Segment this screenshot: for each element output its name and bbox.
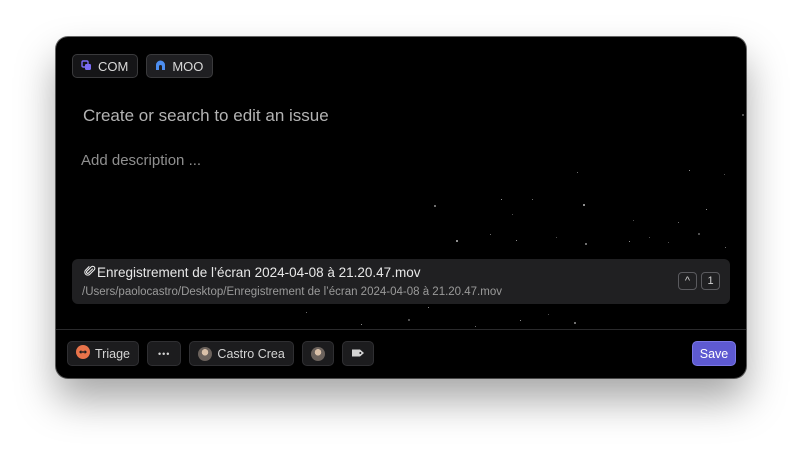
star	[428, 307, 430, 309]
star	[725, 247, 727, 249]
team-chip-label: COM	[98, 58, 129, 74]
attachment-filename: Enregistrement de l’écran 2024-04-08 à 2…	[97, 265, 421, 280]
star	[475, 326, 477, 328]
create-issue-window: COM MOO Create or search to edit an issu…	[56, 37, 746, 378]
star	[361, 324, 363, 326]
star	[649, 237, 651, 239]
issue-description-input[interactable]: Add description ...	[81, 152, 201, 169]
star	[633, 220, 635, 222]
project-icon	[155, 59, 166, 74]
save-button[interactable]: Save	[692, 341, 736, 366]
star	[306, 312, 308, 314]
star	[577, 172, 579, 174]
attachment-card[interactable]: Enregistrement de l’écran 2024-04-08 à 2…	[72, 259, 730, 304]
more-icon: •••	[157, 348, 171, 359]
star	[501, 199, 503, 201]
previous-attachment-button[interactable]: ^	[678, 272, 697, 290]
footer-divider	[56, 329, 746, 330]
star	[548, 314, 550, 316]
star	[629, 241, 631, 243]
triage-icon	[76, 345, 90, 362]
attachment-name-row: Enregistrement de l’écran 2024-04-08 à 2…	[84, 265, 420, 280]
star	[490, 234, 492, 236]
paperclip-icon	[84, 265, 96, 280]
star	[742, 114, 744, 116]
star	[585, 243, 587, 245]
attachment-path: /Users/paolocastro/Desktop/Enregistremen…	[82, 286, 502, 298]
status-label: Triage	[95, 346, 130, 361]
context-chips: COM MOO	[72, 54, 214, 78]
star	[583, 204, 585, 206]
team-icon	[81, 59, 92, 74]
assignee-button[interactable]: Castro Crea	[189, 341, 294, 366]
labels-button[interactable]	[341, 341, 374, 366]
star	[532, 199, 534, 201]
project-chip[interactable]: MOO	[146, 54, 214, 78]
issue-properties-bar: Triage ••• Castro Crea	[67, 341, 374, 366]
project-chip-label: MOO	[172, 58, 204, 74]
star	[678, 222, 680, 224]
star	[516, 240, 518, 242]
assignee-label: Castro Crea	[217, 346, 285, 361]
star	[724, 174, 726, 176]
star	[512, 214, 514, 216]
status-button[interactable]: Triage	[67, 341, 139, 366]
star	[706, 209, 708, 211]
star	[520, 320, 522, 322]
star	[574, 322, 576, 324]
label-tag-icon	[351, 347, 365, 361]
star	[456, 240, 458, 242]
star	[408, 319, 410, 321]
star	[698, 233, 700, 235]
issue-title-input[interactable]: Create or search to edit an issue	[83, 106, 329, 126]
star	[689, 170, 691, 172]
star	[434, 205, 436, 207]
attachment-count-badge: 1	[701, 272, 720, 290]
creator-avatar	[310, 346, 325, 361]
creator-button[interactable]	[301, 341, 334, 366]
assignee-avatar	[198, 346, 213, 361]
more-options-button[interactable]: •••	[146, 341, 182, 366]
star	[668, 242, 670, 244]
team-chip[interactable]: COM	[72, 54, 139, 78]
star	[556, 237, 558, 239]
